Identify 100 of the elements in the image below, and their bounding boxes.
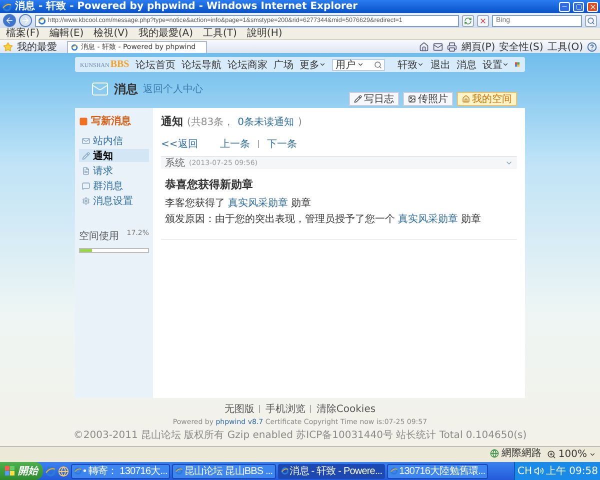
sidebar-item[interactable]: 通知 xyxy=(79,149,149,162)
taskbar-button[interactable]: 昆山论坛 昆山BBS ... xyxy=(172,464,276,478)
arrow-right-icon xyxy=(21,16,30,25)
document-icon xyxy=(82,166,90,174)
back-link[interactable]: <<返回 xyxy=(161,137,198,151)
envelope-icon xyxy=(91,80,109,98)
user-link[interactable]: 退出 xyxy=(430,58,450,72)
message-subject: 恭喜您获得新勋章 xyxy=(165,177,254,192)
chat-icon xyxy=(82,182,90,190)
close-button[interactable] xyxy=(587,2,598,12)
envelope-icon xyxy=(82,136,90,144)
help-icon[interactable] xyxy=(587,42,597,52)
unread-link[interactable]: 0条未读通知 xyxy=(238,115,294,129)
star-icon xyxy=(3,42,13,52)
menu-item[interactable]: 檢視(V) xyxy=(94,28,128,39)
command-menu[interactable]: 網頁(P) xyxy=(461,40,496,54)
stop-button[interactable] xyxy=(477,14,489,26)
storage-label: 空间使用 xyxy=(79,230,119,243)
close-icon xyxy=(588,2,596,10)
language-indicator[interactable]: CH xyxy=(517,466,532,476)
menu-item[interactable]: 我的最愛(A) xyxy=(138,28,193,39)
nav-link[interactable]: 更多 xyxy=(299,58,326,72)
footer-link[interactable]: 无图版 xyxy=(224,402,254,416)
search-button[interactable] xyxy=(585,14,597,26)
taskbar-button[interactable]: 130716大陸勉舊環... xyxy=(387,464,488,478)
arrow-left-icon xyxy=(5,16,14,25)
speaker-icon[interactable] xyxy=(534,466,544,476)
message-count: (共83条， xyxy=(187,116,234,129)
command-menu[interactable]: 安全性(S) xyxy=(499,40,544,54)
home-icon[interactable] xyxy=(419,42,430,52)
globe-icon xyxy=(490,448,500,458)
browser-logo-icon xyxy=(38,16,46,24)
menu-item[interactable]: 工具(T) xyxy=(203,28,237,39)
nav-link[interactable]: 论坛首页 xyxy=(135,58,176,72)
mail-icon[interactable] xyxy=(433,42,444,52)
user-link[interactable]: 消息 xyxy=(456,58,476,72)
picture-icon xyxy=(408,95,416,103)
taskbar-button[interactable]: • 轉寄： 130716大... xyxy=(71,464,170,478)
collapse-icon[interactable] xyxy=(505,159,513,167)
sidebar-item[interactable]: 站内信 xyxy=(79,134,149,147)
back-button[interactable] xyxy=(3,14,16,27)
sidebar-item[interactable]: 消息设置 xyxy=(79,194,149,207)
count-close: ) xyxy=(298,117,302,128)
copyright-text: ©2003-2011 昆山论坛 版权所有 Gzip enabled 苏ICP备10031440号 站长统计 Total 0.104650(s) xyxy=(73,428,527,442)
message-text: 颁发原因：由于您的突出表现，管理员授予了您一个 真实风采勋章 勋章 xyxy=(165,212,482,226)
browser-logo-icon xyxy=(280,467,289,475)
message-text: 李客您获得了 真实风采勋章 勋章 xyxy=(165,196,312,210)
pencil-icon xyxy=(82,152,90,160)
medal-link[interactable]: 真实风采勋章 xyxy=(398,214,458,225)
search-icon xyxy=(587,16,595,24)
color-palette-icon[interactable] xyxy=(515,60,520,69)
square-icon xyxy=(576,4,582,10)
refresh-icon xyxy=(464,16,472,24)
sidebar-item[interactable]: 请求 xyxy=(79,164,149,177)
previous-link[interactable]: 上一条 xyxy=(220,137,250,151)
maximize-button[interactable] xyxy=(573,2,584,12)
user-link[interactable]: 轩致 xyxy=(397,58,424,72)
browser-logo-icon xyxy=(74,467,82,475)
caret-icon xyxy=(589,451,596,458)
forward-button[interactable] xyxy=(19,14,32,27)
page-title: 消息 xyxy=(114,80,138,98)
nav-link[interactable]: 论坛商家 xyxy=(227,58,268,72)
house-icon xyxy=(462,95,470,103)
browser-logo-icon xyxy=(2,2,12,12)
gear-icon xyxy=(82,196,90,204)
section-title: 通知 xyxy=(161,114,183,129)
clock: 上午 09:58 xyxy=(546,464,598,478)
site-search-field[interactable]: 用户 xyxy=(332,58,386,70)
message-sender: 系统 xyxy=(165,156,185,170)
globe-icon[interactable] xyxy=(58,466,69,476)
banner-button[interactable]: 写日志 xyxy=(349,92,399,106)
favorites-label[interactable]: 我的最愛 xyxy=(17,40,57,54)
browser-logo-icon xyxy=(390,467,398,475)
refresh-button[interactable] xyxy=(462,14,474,26)
windows-logo-icon xyxy=(5,466,15,476)
sidebar-item[interactable]: 群消息 xyxy=(79,179,149,192)
pencil-icon xyxy=(354,95,362,103)
menu-item[interactable]: 說明(H) xyxy=(246,28,282,39)
zoom-control[interactable]: 100% xyxy=(547,449,596,460)
menu-item[interactable]: 編輯(E) xyxy=(50,28,84,39)
printer-icon[interactable] xyxy=(447,42,458,52)
footer-link[interactable]: 清除Cookies xyxy=(316,402,376,416)
banner-button[interactable]: 传照片 xyxy=(403,92,453,106)
minimize-button[interactable] xyxy=(559,2,570,12)
taskbar-button[interactable]: 消息 - 轩致 - Powere... xyxy=(278,464,386,478)
search-icon xyxy=(374,60,382,68)
close-icon xyxy=(479,16,487,24)
command-menu[interactable]: 工具(O) xyxy=(547,40,583,54)
square-icon xyxy=(79,116,88,126)
window-title: 消息 - 轩致 - Powered by phpwind - Windows Internet Explorer xyxy=(15,0,359,12)
zone-indicator: 網際網路 xyxy=(490,446,542,460)
next-link[interactable]: 下一条 xyxy=(266,137,297,151)
nav-link[interactable]: 广场 xyxy=(273,58,294,72)
browser-logo-icon xyxy=(175,467,184,475)
browser-logo-icon xyxy=(71,44,78,50)
footer-link[interactable]: 手机浏览 xyxy=(265,402,306,416)
nav-link[interactable]: 论坛导航 xyxy=(181,58,222,72)
menu-item[interactable]: 檔案(F) xyxy=(6,28,40,39)
medal-link[interactable]: 真实风采勋章 xyxy=(228,198,288,209)
user-link[interactable]: 设置 xyxy=(482,58,510,72)
